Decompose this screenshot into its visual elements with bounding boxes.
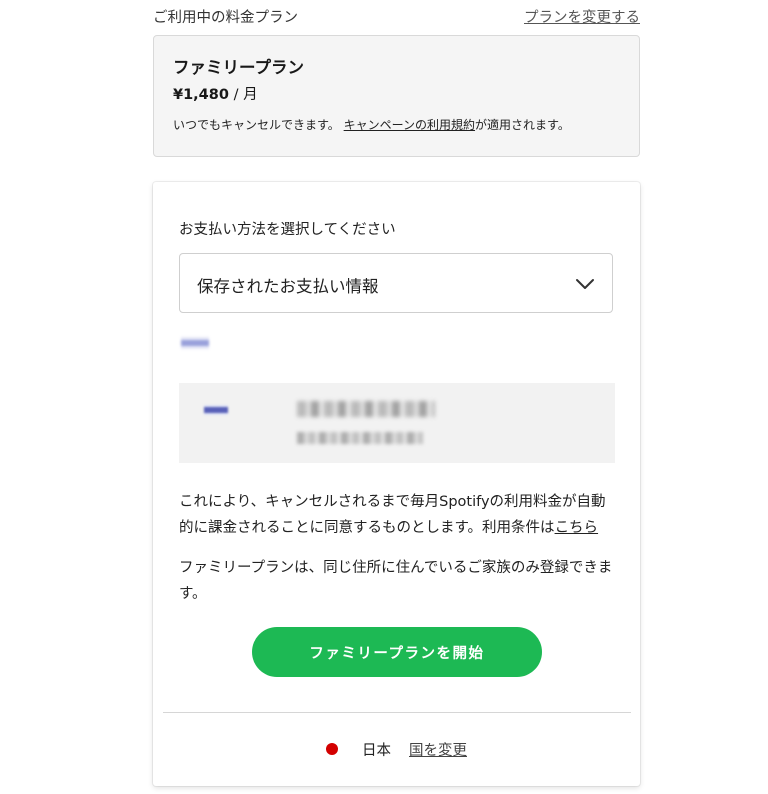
current-plan-header: ご利用中の料金プラン プランを変更する xyxy=(153,5,640,27)
payment-method-label: お支払い方法を選択してください xyxy=(179,222,396,238)
card-brand-icon xyxy=(204,405,228,415)
chevron-down-icon xyxy=(576,279,594,289)
payment-card: お支払い方法を選択してください 保存されたお支払い情報 これにより、キャンセルさ… xyxy=(153,182,640,786)
payment-method-select[interactable]: 保存されたお支払い情報 xyxy=(179,253,613,313)
card-number-redacted xyxy=(297,401,435,417)
plan-price-amount: ¥1,480 xyxy=(173,87,229,103)
billing-agreement-text: これにより、キャンセルされるまで毎月Spotifyの利用料金が自動的に課金される… xyxy=(179,494,606,536)
japan-flag-icon xyxy=(326,743,338,755)
payment-method-selected: 保存されたお支払い情報 xyxy=(197,277,379,296)
divider xyxy=(163,712,631,713)
plan-note-prefix: いつでもキャンセルできます。 xyxy=(173,118,340,132)
billing-agreement: これにより、キャンセルされるまで毎月Spotifyの利用料金が自動的に課金される… xyxy=(179,489,619,541)
card-brand-icon xyxy=(181,337,209,349)
country-name: 日本 xyxy=(362,742,391,759)
saved-card-option[interactable] xyxy=(179,383,615,463)
campaign-terms-link[interactable]: キャンペーンの利用規約 xyxy=(344,118,475,132)
current-plan-label: ご利用中の料金プラン xyxy=(153,9,298,26)
family-plan-note: ファミリープランは、同じ住所に住んでいるご家族のみ登録できます。 xyxy=(179,560,613,602)
plan-price-period: / 月 xyxy=(228,87,258,103)
terms-link[interactable]: こちら xyxy=(555,520,599,536)
plan-note-suffix: が適用されます。 xyxy=(475,118,570,132)
plan-price: ¥1,480 / 月 xyxy=(173,83,258,104)
change-country-link[interactable]: 国を変更 xyxy=(409,739,467,760)
card-expiry-redacted xyxy=(297,432,423,444)
start-family-plan-button[interactable]: ファミリープランを開始 xyxy=(252,627,542,677)
plan-summary-box: ファミリープラン ¥1,480 / 月 いつでもキャンセルできます。 キャンペー… xyxy=(153,35,640,157)
plan-note: いつでもキャンセルできます。 キャンペーンの利用規約が適用されます。 xyxy=(173,116,570,133)
change-plan-link[interactable]: プランを変更する xyxy=(524,6,640,27)
plan-name: ファミリープラン xyxy=(173,58,305,77)
country-footer: 日本 国を変更 xyxy=(153,737,640,761)
